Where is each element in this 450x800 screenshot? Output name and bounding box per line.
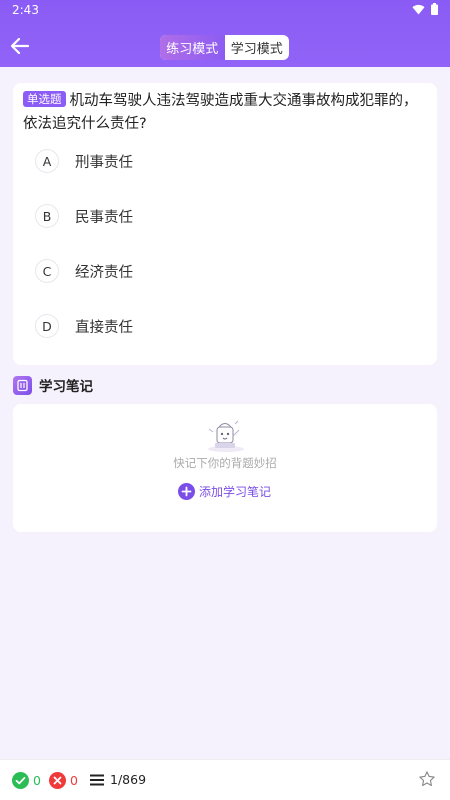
star-icon: [419, 771, 435, 787]
empty-notes-illustration: [208, 420, 244, 452]
arrow-left-icon: [10, 37, 30, 55]
option-text: 直接责任: [75, 319, 133, 336]
question-text: 单选题 机动车驾驶人违法驾驶造成重大交通事故构成犯罪的，依法追究什么责任?: [23, 90, 423, 136]
option-letter: D: [35, 314, 59, 338]
option-text: 刑事责任: [75, 154, 133, 171]
add-note-button[interactable]: 添加学习笔记: [178, 481, 271, 501]
x-circle-icon: [49, 772, 66, 789]
option-letter: A: [35, 149, 59, 173]
progress-counter: 1/869: [110, 772, 147, 787]
bottom-bar: 0 0 1/869: [0, 759, 450, 800]
check-circle-icon: [12, 772, 29, 789]
question-list-button[interactable]: 1/869: [90, 772, 146, 787]
notes-section-header: 学习笔记: [13, 375, 93, 395]
option-text: 经济责任: [75, 264, 133, 281]
menu-list-icon: [90, 774, 104, 785]
battery-icon: [431, 3, 438, 15]
status-icons: [412, 3, 438, 15]
option-b[interactable]: B 民事责任: [35, 201, 415, 231]
wrong-count: 0: [70, 773, 78, 788]
notes-title: 学习笔记: [39, 379, 93, 395]
wifi-icon: [412, 4, 425, 15]
add-note-label: 添加学习笔记: [199, 484, 272, 499]
notes-card: 快记下你的背题妙招 添加学习笔记: [13, 404, 437, 532]
option-a[interactable]: A 刑事责任: [35, 146, 415, 176]
question-type-badge: 单选题: [23, 91, 66, 107]
option-letter: C: [35, 259, 59, 283]
plus-circle-icon: [178, 482, 195, 500]
status-bar: 2:43: [0, 0, 450, 20]
favorite-button[interactable]: [418, 770, 438, 790]
question-stem: 机动车驾驶人违法驾驶造成重大交通事故构成犯罪的，依法追究什么责任?: [23, 93, 418, 132]
tab-study-mode[interactable]: 学习模式: [225, 35, 290, 60]
option-letter: B: [35, 204, 59, 228]
app-header: 2:43 练习模式 学习模式: [0, 0, 450, 67]
correct-stat: 0: [12, 772, 41, 789]
notebook-icon: [13, 375, 32, 395]
option-c[interactable]: C 经济责任: [35, 256, 415, 286]
notes-empty-hint: 快记下你的背题妙招: [173, 456, 277, 470]
mode-switch: 练习模式 学习模式: [160, 35, 289, 60]
correct-count: 0: [33, 773, 41, 788]
back-button[interactable]: [6, 32, 34, 60]
question-card: 单选题 机动车驾驶人违法驾驶造成重大交通事故构成犯罪的，依法追究什么责任? A 刑…: [13, 83, 437, 365]
wrong-stat: 0: [49, 772, 78, 789]
tab-practice-mode[interactable]: 练习模式: [160, 35, 225, 60]
status-time: 2:43: [12, 3, 39, 17]
option-text: 民事责任: [75, 209, 133, 226]
option-d[interactable]: D 直接责任: [35, 311, 415, 341]
